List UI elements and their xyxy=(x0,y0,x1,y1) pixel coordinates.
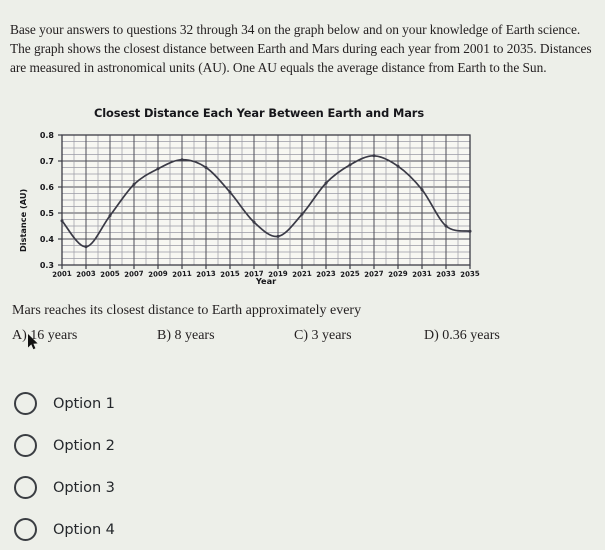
y-tick-label: 0.6 xyxy=(39,182,54,192)
option-label-1: Option 1 xyxy=(53,394,115,412)
chart-plot-area: 0.3 0.4 0.5 0.6 0.7 0.8 2001 2003 2005 2007 2009 20… xyxy=(0,104,500,296)
x-tick-label: 2023 xyxy=(316,269,336,279)
choice-c-key: C) xyxy=(294,328,308,343)
x-tick-label: 2025 xyxy=(340,269,360,279)
option-label-2: Option 2 xyxy=(53,436,115,454)
choice-b-label: 8 years xyxy=(174,328,215,343)
chart-svg xyxy=(58,134,472,269)
x-tick-label: 2007 xyxy=(124,269,144,279)
x-tick-label: 2015 xyxy=(220,269,240,279)
passage-body: Base your answers to questions 32 throug… xyxy=(10,22,592,76)
option-label-4: Option 4 xyxy=(53,520,115,538)
x-tick-label: 2021 xyxy=(292,269,312,279)
radio-circle-icon[interactable] xyxy=(14,517,37,541)
choice-c-label: 3 years xyxy=(311,328,352,343)
option-row-1[interactable]: Option 1 xyxy=(0,382,605,424)
x-tick-label: 2017 xyxy=(244,269,264,279)
y-tick-label: 0.7 xyxy=(39,156,54,166)
x-tick-label: 2003 xyxy=(76,269,96,279)
choice-d[interactable]: D) 0.36 years xyxy=(424,328,500,344)
question-choices: A) 16 years B) 8 years C) 3 years D) 0.3… xyxy=(12,328,592,350)
y-tick-label: 0.4 xyxy=(39,234,54,244)
choice-c[interactable]: C) 3 years xyxy=(294,328,352,344)
y-tick-label: 0.8 xyxy=(39,130,54,140)
chart-figure: Closest Distance Each Year Between Earth… xyxy=(0,104,500,296)
x-tick-label: 2001 xyxy=(52,269,72,279)
option-row-2[interactable]: Option 2 xyxy=(0,424,605,466)
option-label-3: Option 3 xyxy=(53,478,115,496)
question-stem: Mars reaches its closest distance to Ear… xyxy=(12,303,362,318)
choice-d-label: 0.36 years xyxy=(442,328,500,343)
choice-b[interactable]: B) 8 years xyxy=(157,328,215,344)
x-tick-label: 2011 xyxy=(172,269,192,279)
x-tick-label: 2029 xyxy=(388,269,408,279)
x-tick-label: 2009 xyxy=(148,269,168,279)
y-tick-label: 0.3 xyxy=(39,260,54,270)
choice-a-key: A) xyxy=(12,328,27,343)
x-tick-label: 2033 xyxy=(436,269,456,279)
x-tick-label: 2035 xyxy=(460,269,480,279)
x-tick-label: 2031 xyxy=(412,269,432,279)
passage-text: Base your answers to questions 32 throug… xyxy=(10,20,596,77)
y-tick-label: 0.5 xyxy=(39,208,54,218)
radio-circle-icon[interactable] xyxy=(14,475,37,499)
answer-options-list: Option 1 Option 2 Option 3 Option 4 xyxy=(0,382,605,550)
option-row-4[interactable]: Option 4 xyxy=(0,508,605,550)
x-tick-label: 2013 xyxy=(196,269,216,279)
choice-a-label: 16 years xyxy=(30,328,78,343)
option-row-3[interactable]: Option 3 xyxy=(0,466,605,508)
choice-d-key: D) xyxy=(424,328,439,343)
radio-circle-icon[interactable] xyxy=(14,391,37,415)
choice-a[interactable]: A) 16 years xyxy=(12,328,77,344)
x-tick-label: 2005 xyxy=(100,269,120,279)
radio-circle-icon[interactable] xyxy=(14,433,37,457)
x-tick-label: 2027 xyxy=(364,269,384,279)
x-tick-label: 2019 xyxy=(268,269,288,279)
choice-b-key: B) xyxy=(157,328,171,343)
